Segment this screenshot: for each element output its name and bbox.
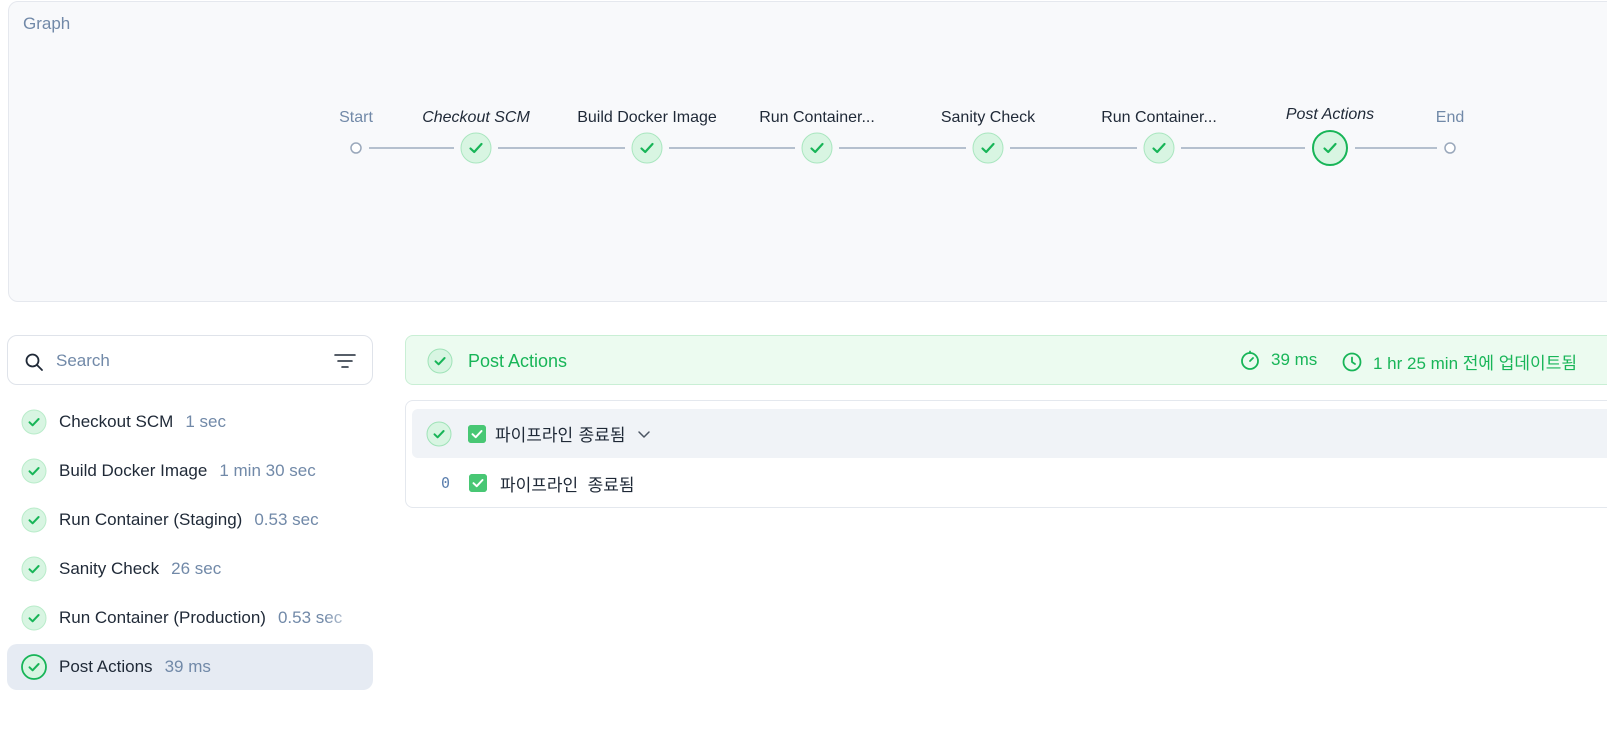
check-circle-icon bbox=[426, 421, 452, 446]
check-circle-icon bbox=[631, 132, 663, 164]
checkbox-icon bbox=[468, 424, 486, 443]
stage-list-item[interactable]: Run Container (Production) 0.53 sec bbox=[7, 595, 373, 641]
stage-list-item[interactable]: Checkout SCM 1 sec bbox=[7, 399, 373, 445]
stage-list-item[interactable]: Sanity Check 26 sec bbox=[7, 546, 373, 592]
graph-panel: Graph Start Checkout SCM Build Docker Imag… bbox=[8, 1, 1607, 302]
stage-duration: 26 sec bbox=[171, 559, 222, 578]
check-circle-icon bbox=[460, 132, 492, 164]
search-input[interactable] bbox=[56, 348, 316, 374]
graph-node-label: Start bbox=[339, 109, 373, 126]
pipeline-graph: Start Checkout SCM Build Docker Image Run C… bbox=[339, 106, 1464, 166]
clock-icon bbox=[1342, 352, 1362, 371]
terminal-dot bbox=[350, 142, 362, 154]
stage-list-item[interactable]: Run Container (Staging) 0.53 sec bbox=[7, 497, 373, 543]
search-icon bbox=[25, 353, 43, 371]
check-circle-icon bbox=[21, 507, 47, 533]
check-circle-icon bbox=[21, 458, 47, 484]
check-circle-icon bbox=[1143, 132, 1175, 164]
log-line-number: 0 bbox=[440, 474, 450, 492]
stage-name: Run Container (Production) bbox=[59, 608, 266, 627]
stage-updated: 1 hr 25 min 전에 업데이트됨 bbox=[1341, 349, 1577, 374]
step-panel: 파이프라인 종료됨 0 파이프라인 종료됨 bbox=[405, 400, 1607, 508]
stage-list-item[interactable]: Build Docker Image 1 min 30 sec bbox=[7, 448, 373, 494]
stage-duration: 1 min 30 sec bbox=[219, 461, 316, 480]
stage-updated-value: 1 hr 25 min 전에 업데이트됨 bbox=[1373, 354, 1577, 373]
graph-stage-node[interactable]: Sanity Check bbox=[941, 109, 1036, 164]
stage-name: Sanity Check bbox=[59, 559, 160, 578]
fade-overlay bbox=[323, 595, 373, 641]
stage-duration: 1 sec bbox=[185, 412, 226, 431]
fade-overlay bbox=[323, 399, 373, 445]
stage-name: Run Container (Staging) bbox=[59, 510, 243, 529]
step-label: 파이프라인 종료됨 bbox=[495, 426, 626, 446]
graph-stage-node[interactable]: Run Container... bbox=[1101, 109, 1217, 164]
graph-terminal-node: End bbox=[1436, 109, 1464, 154]
graph-node-label: Run Container... bbox=[759, 109, 875, 126]
check-circle-icon bbox=[21, 605, 47, 631]
fade-overlay bbox=[323, 497, 373, 543]
stage-duration: 39 ms bbox=[164, 657, 211, 676]
log-line: 0 파이프라인 종료됨 bbox=[406, 468, 635, 498]
filter-icon[interactable] bbox=[334, 352, 356, 370]
check-circle-icon bbox=[21, 409, 47, 435]
checkbox-icon bbox=[469, 474, 487, 492]
fade-overlay bbox=[323, 546, 373, 592]
stage-name: Build Docker Image bbox=[59, 461, 208, 480]
log-line-text: 파이프라인 종료됨 bbox=[500, 475, 635, 496]
step-row[interactable]: 파이프라인 종료됨 bbox=[412, 409, 1607, 458]
graph-terminal-node: Start bbox=[339, 109, 373, 154]
graph-node-label: Post Actions bbox=[1286, 106, 1374, 123]
stage-detail-header: Post Actions 39 ms 1 hr 25 min 전에 업데이트됨 bbox=[405, 335, 1607, 385]
fade-overlay bbox=[323, 448, 373, 494]
check-circle-icon bbox=[21, 556, 47, 582]
graph-node-label: Run Container... bbox=[1101, 109, 1217, 126]
check-circle-icon bbox=[801, 132, 833, 164]
graph-node-label: Sanity Check bbox=[941, 109, 1036, 126]
timer-icon bbox=[1241, 350, 1259, 370]
stage-list: Checkout SCM 1 sec Build Docker Image 1 min… bbox=[7, 399, 373, 693]
search-box bbox=[7, 335, 373, 385]
graph-stage-node[interactable]: Run Container... bbox=[759, 109, 875, 164]
graph-stage-node[interactable]: Build Docker Image bbox=[577, 109, 717, 164]
check-circle-icon bbox=[1312, 130, 1348, 166]
stage-duration: 0.53 sec bbox=[254, 510, 319, 529]
graph-node-label: Build Docker Image bbox=[577, 109, 717, 126]
check-circle-icon bbox=[972, 132, 1004, 164]
check-circle-icon bbox=[21, 654, 47, 680]
stage-name: Checkout SCM bbox=[59, 412, 174, 431]
stage-duration: 39 ms bbox=[1239, 349, 1317, 371]
stage-duration-value: 39 ms bbox=[1271, 350, 1318, 369]
stage-name: Post Actions bbox=[59, 657, 153, 676]
graph-node-label: Checkout SCM bbox=[422, 109, 530, 126]
check-circle-icon bbox=[427, 348, 453, 374]
stage-detail-title: Post Actions bbox=[468, 351, 568, 371]
graph-stage-node[interactable]: Checkout SCM bbox=[422, 109, 530, 164]
terminal-dot bbox=[1444, 142, 1456, 154]
stage-list-item[interactable]: Post Actions 39 ms bbox=[7, 644, 373, 690]
chevron-down-icon[interactable] bbox=[636, 426, 652, 442]
graph-node-label: End bbox=[1436, 109, 1464, 126]
graph-stage-node[interactable]: Post Actions bbox=[1286, 106, 1374, 166]
